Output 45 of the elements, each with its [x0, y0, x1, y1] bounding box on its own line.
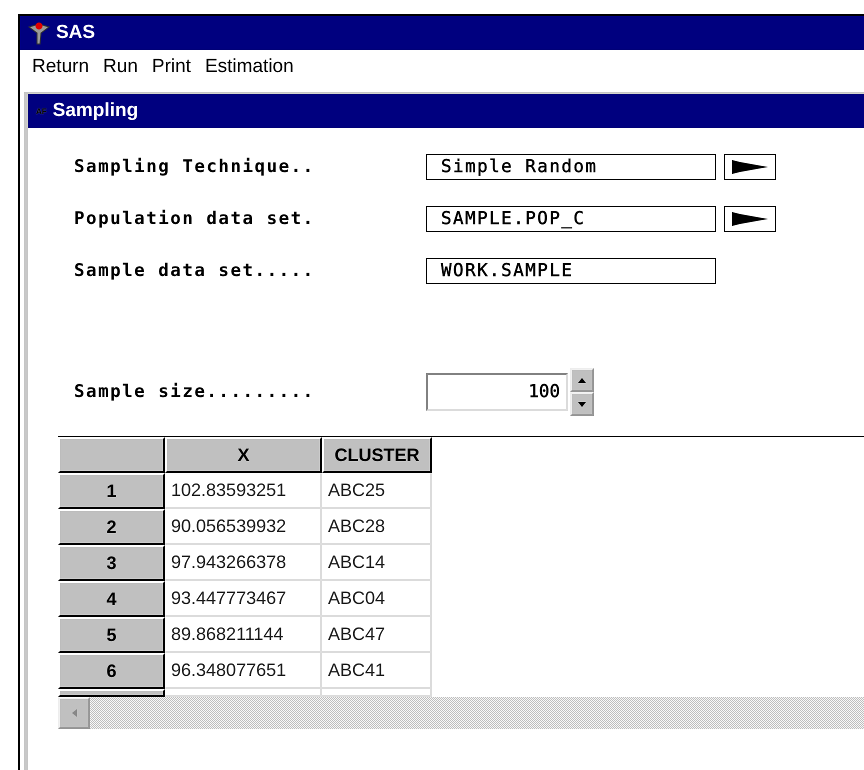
table-cell: ABC04 — [322, 581, 432, 617]
input-field[interactable]: Simple Random — [426, 154, 716, 180]
table-cell: ABC41 — [322, 653, 432, 689]
down-arrow-icon — [578, 402, 586, 406]
table-cell: 90.056539932 — [165, 509, 322, 545]
field-label: Sampling Technique.. — [74, 157, 316, 177]
table-cell: 96.348077651 — [165, 653, 322, 689]
spin-up-button[interactable] — [570, 368, 594, 392]
field-label: Population data set. — [74, 209, 316, 229]
list-button[interactable] — [724, 154, 776, 180]
column-header[interactable]: CLUSTER — [322, 437, 432, 473]
menu-item[interactable]: Run — [103, 56, 138, 84]
menu-item[interactable]: Estimation — [204, 56, 294, 84]
row-header[interactable]: 2 — [58, 509, 165, 545]
row-header[interactable]: 1 — [58, 473, 165, 509]
number-field[interactable]: 100 — [426, 373, 568, 411]
row-header[interactable]: 4 — [58, 581, 165, 617]
table-cell: ABC14 — [322, 545, 432, 581]
row-header[interactable]: 5 — [58, 617, 165, 653]
field-label: Sample size......... — [74, 382, 316, 402]
table-cell: ABC28 — [322, 509, 432, 545]
column-header[interactable]: X — [165, 437, 322, 473]
row-header[interactable]: 6 — [58, 653, 165, 689]
table-cell: 102.83593251 — [165, 473, 322, 509]
table-cell: 89.868211144 — [165, 617, 322, 653]
horizontal-scrollbar[interactable] — [58, 697, 864, 729]
up-arrow-icon — [578, 378, 586, 382]
input-field[interactable]: SAMPLE.POP_C — [426, 206, 716, 232]
window-title: SAS — [56, 22, 96, 44]
table-cell: 97.943266378 — [165, 545, 322, 581]
logo-icon — [28, 21, 50, 45]
table-cell: ABC25 — [322, 473, 432, 509]
list-button[interactable] — [724, 206, 776, 232]
menu-item[interactable]: Return — [32, 56, 90, 84]
table-cell: 93.447773467 — [165, 581, 322, 617]
table-cell: ABC47 — [322, 617, 432, 653]
dialog-icon: AF — [36, 106, 47, 116]
dialog-title: Sampling — [52, 100, 138, 122]
field-label: Sample data set..... — [74, 261, 316, 281]
row-header[interactable] — [58, 689, 165, 697]
spin-down-button[interactable] — [570, 392, 594, 416]
menu-item[interactable]: Print — [152, 56, 191, 84]
row-header[interactable]: 3 — [58, 545, 165, 581]
left-arrow-icon — [72, 709, 76, 717]
input-field[interactable]: WORK.SAMPLE — [426, 258, 716, 284]
